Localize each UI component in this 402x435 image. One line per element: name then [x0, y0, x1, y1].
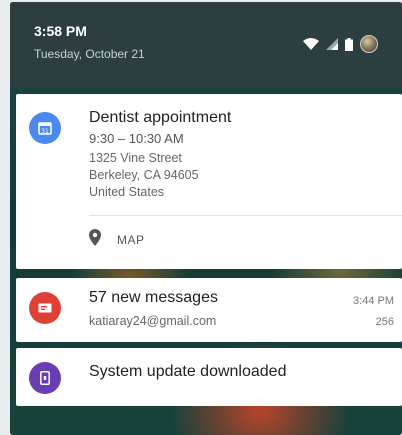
notification-title: 57 new messages [89, 289, 218, 306]
notification-new-messages[interactable]: 57 new messages katiaray24@gmail.com 3:4… [16, 278, 402, 342]
notification-system-update[interactable]: System update downloaded [16, 348, 402, 406]
notification-shade: 3:58 PM Tuesday, October 21 31 Dentist a… [10, 2, 402, 435]
location-pin-icon [89, 229, 101, 251]
battery-icon [345, 37, 353, 51]
address-country: United States [89, 185, 165, 199]
system-update-icon [29, 362, 61, 394]
user-avatar[interactable] [360, 35, 378, 53]
address-street: 1325 Vine Street [89, 151, 182, 165]
address-city: Berkeley, CA 94605 [89, 168, 199, 182]
status-time: 3:58 PM [34, 23, 87, 39]
notification-title: System update downloaded [89, 363, 287, 380]
status-date: Tuesday, October 21 [34, 47, 145, 61]
map-action-label: MAP [117, 233, 145, 247]
cell-signal-icon [326, 38, 338, 50]
notification-time: 3:44 PM [353, 295, 394, 307]
svg-text:31: 31 [41, 128, 49, 135]
map-action-button[interactable]: MAP [89, 229, 145, 251]
message-count: 256 [375, 316, 394, 328]
appointment-time: 9:30 – 10:30 AM [89, 131, 184, 146]
email-icon [29, 292, 61, 324]
account-email: katiaray24@gmail.com [89, 314, 217, 328]
status-icons [303, 35, 378, 53]
status-bar: 3:58 PM Tuesday, October 21 [10, 2, 402, 88]
divider [89, 215, 402, 216]
wifi-icon [303, 38, 319, 50]
notification-dentist-appointment[interactable]: 31 Dentist appointment 9:30 – 10:30 AM 1… [16, 94, 402, 269]
notification-title: Dentist appointment [89, 109, 232, 126]
calendar-icon: 31 [29, 112, 61, 144]
